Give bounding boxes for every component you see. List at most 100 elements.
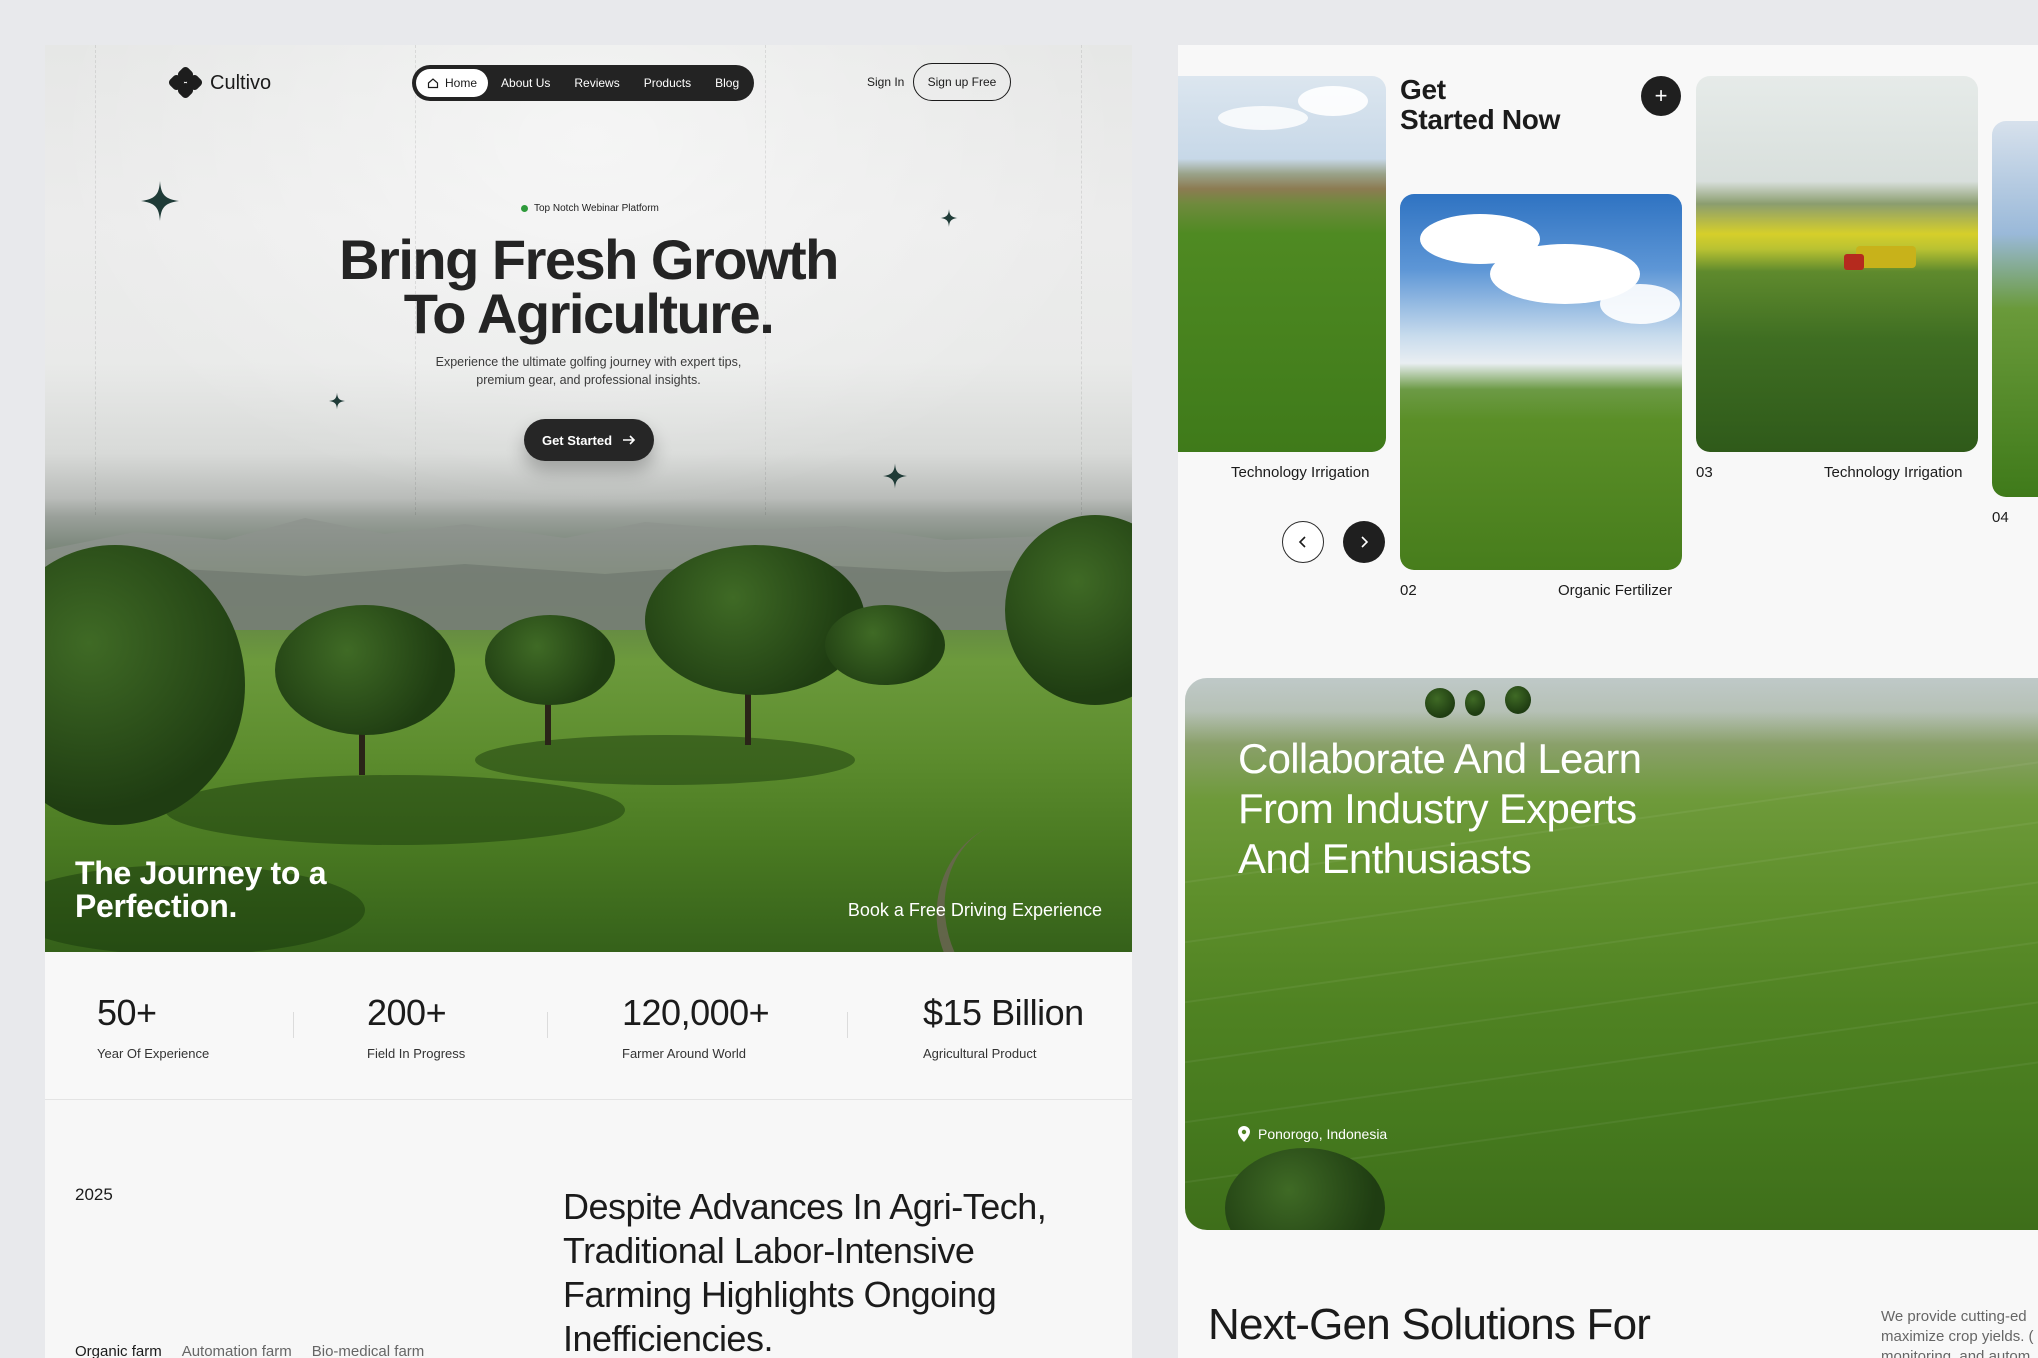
carousel-next-button[interactable] xyxy=(1343,521,1385,563)
tab-automation-farm[interactable]: Automation farm xyxy=(182,1343,292,1358)
hero-badge: Top Notch Webinar Platform xyxy=(521,203,659,214)
card-caption: Organic Fertilizer xyxy=(1558,582,1673,599)
stat-item: 120,000+ Farmer Around World xyxy=(622,992,770,1061)
stat-label: Field In Progress xyxy=(367,1046,466,1061)
about-heading-line: Despite Advances In Agri-Tech, xyxy=(563,1186,1047,1227)
arrow-right-icon xyxy=(623,435,636,445)
landing-page-panel: Cultivo Home About Us Reviews Products B… xyxy=(45,45,1132,1358)
card-image-next[interactable] xyxy=(1992,121,2038,497)
about-heading: Despite Advances In Agri-Tech, Tradition… xyxy=(563,1185,1047,1358)
sparkle-icon xyxy=(940,209,958,227)
journey-line: The Journey to a xyxy=(75,855,327,891)
sparkle-icon xyxy=(883,463,907,489)
collaborate-heading-line: And Enthusiasts xyxy=(1238,835,1532,882)
tree xyxy=(825,605,945,685)
nav-item-blog[interactable]: Blog xyxy=(704,69,750,97)
farm-tabs: Organic farm Automation farm Bio-medical… xyxy=(75,1343,424,1358)
stat-label: Farmer Around World xyxy=(622,1046,747,1061)
journey-heading: The Journey to a Perfection. xyxy=(75,855,327,924)
hero-subtitle-line: Experience the ultimate golfing journey … xyxy=(435,355,742,369)
card-number: 03 xyxy=(1696,464,1713,481)
stat-item: 50+ Year Of Experience xyxy=(97,992,209,1061)
add-button[interactable]: + xyxy=(1641,76,1681,116)
nav-item-home[interactable]: Home xyxy=(416,69,489,97)
tree-shadow xyxy=(165,775,625,845)
tree xyxy=(275,605,455,735)
stat-value: $15 Billion xyxy=(923,992,1084,1033)
main-nav: Home About Us Reviews Products Blog xyxy=(412,65,755,101)
tree xyxy=(645,545,865,695)
get-started-title: Get Started Now xyxy=(1400,75,1560,135)
nav-item-products[interactable]: Products xyxy=(633,69,702,97)
stats-bar: 50+ Year Of Experience 200+ Field In Pro… xyxy=(45,952,1132,1100)
detail-page-panel: Technology Irrigation Get Started Now + … xyxy=(1178,45,2038,1358)
sign-up-button[interactable]: Sign up Free xyxy=(913,63,1011,101)
card-caption: Technology Irrigation xyxy=(1824,464,1963,481)
hero-title-line: To Agriculture. xyxy=(403,282,775,345)
next-gen-heading: Next-Gen Solutions For xyxy=(1208,1300,1651,1349)
collaborate-banner: Collaborate And Learn From Industry Expe… xyxy=(1185,678,2038,1230)
hero-title: Bring Fresh Growth To Agriculture. xyxy=(45,228,1132,345)
logo-icon xyxy=(167,65,204,100)
chevron-right-icon xyxy=(1361,536,1369,548)
location-label: Ponorogo, Indonesia xyxy=(1258,1126,1388,1142)
brand-logo[interactable]: Cultivo xyxy=(167,65,272,100)
card-number: 04 xyxy=(1992,509,2009,526)
tab-organic-farm[interactable]: Organic farm xyxy=(75,1343,162,1358)
location-pin-icon xyxy=(1238,1126,1250,1142)
stat-item: 200+ Field In Progress xyxy=(367,992,465,1061)
sign-in-link[interactable]: Sign In xyxy=(867,75,904,89)
chevron-left-icon xyxy=(1298,536,1306,548)
journey-line: Perfection. xyxy=(75,888,238,924)
description-line: We provide cutting-ed xyxy=(1881,1308,2027,1325)
tab-bio-medical-farm[interactable]: Bio-medical farm xyxy=(312,1343,425,1358)
sparkle-icon xyxy=(329,392,345,410)
plus-icon: + xyxy=(1654,83,1668,108)
card-image-irrigation[interactable] xyxy=(1178,76,1386,452)
get-started-title-line: Started Now xyxy=(1400,104,1561,135)
hero-section: Cultivo Home About Us Reviews Products B… xyxy=(45,45,1132,952)
nav-item-label: Home xyxy=(445,76,478,90)
about-heading-line: Traditional Labor-Intensive xyxy=(563,1230,975,1271)
card-image-fertilizer[interactable] xyxy=(1400,194,1682,570)
tree-shadow xyxy=(475,735,855,785)
stat-label: Agricultural Product xyxy=(923,1046,1037,1061)
stat-value: 50+ xyxy=(97,992,157,1033)
next-gen-description: We provide cutting-ed maximize crop yiel… xyxy=(1881,1307,2034,1358)
status-dot xyxy=(521,205,528,212)
card-image-irrigation[interactable] xyxy=(1696,76,1978,452)
about-heading-line: Farming Highlights Ongoing xyxy=(563,1274,997,1315)
sparkle-icon xyxy=(141,181,179,221)
collaborate-heading-line: Collaborate And Learn xyxy=(1238,735,1642,782)
divider xyxy=(547,1012,548,1038)
stat-label: Year Of Experience xyxy=(97,1046,210,1061)
book-experience-link[interactable]: Book a Free Driving Experience xyxy=(848,900,1102,921)
description-line: monitoring, and autom xyxy=(1881,1348,2031,1358)
location-tag: Ponorogo, Indonesia xyxy=(1238,1126,1387,1142)
card-caption: Technology Irrigation xyxy=(1231,464,1370,481)
nav-item-reviews[interactable]: Reviews xyxy=(563,69,630,97)
golf-path xyxy=(903,799,1121,952)
hero-subtitle: Experience the ultimate golfing journey … xyxy=(45,353,1132,389)
year-label: 2025 xyxy=(75,1185,113,1204)
badge-label: Top Notch Webinar Platform xyxy=(534,203,659,214)
carousel-prev-button[interactable] xyxy=(1282,521,1324,563)
collaborate-heading-line: From Industry Experts xyxy=(1238,785,1637,832)
hero-subtitle-line: premium gear, and professional insights. xyxy=(476,373,701,387)
description-line: maximize crop yields. ( xyxy=(1881,1328,2034,1345)
tree xyxy=(485,615,615,705)
brand-name: Cultivo xyxy=(210,71,272,94)
about-heading-line: Inefficiencies. xyxy=(563,1318,773,1358)
get-started-button[interactable]: Get Started xyxy=(524,419,654,461)
divider xyxy=(847,1012,848,1038)
nav-item-about-us[interactable]: About Us xyxy=(490,69,561,97)
collaborate-heading: Collaborate And Learn From Industry Expe… xyxy=(1238,734,1642,884)
get-started-title-line: Get xyxy=(1400,74,1446,105)
hero-title-line: Bring Fresh Growth xyxy=(339,228,839,291)
home-icon xyxy=(427,78,439,89)
stat-value: 120,000+ xyxy=(622,992,770,1033)
cta-label: Get Started xyxy=(541,432,613,448)
card-number: 02 xyxy=(1400,582,1417,599)
stat-item: $15 Billion Agricultural Product xyxy=(923,992,1084,1061)
divider xyxy=(293,1012,294,1038)
